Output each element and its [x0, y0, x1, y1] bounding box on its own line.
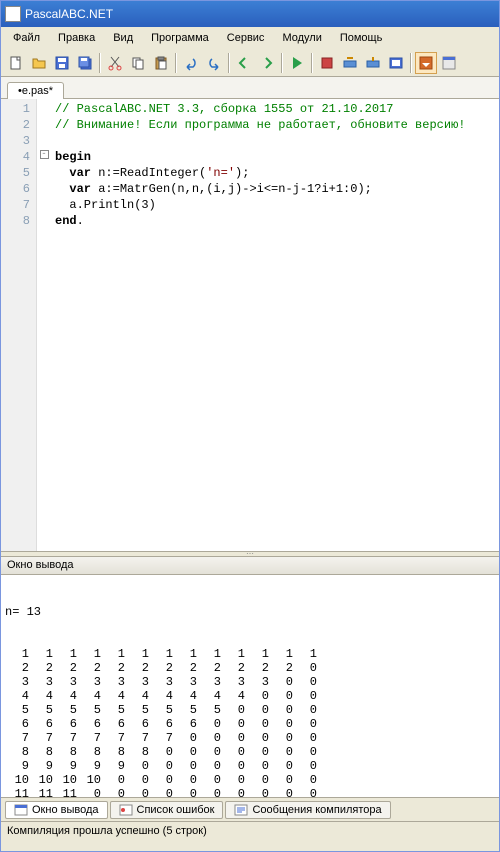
new-file-button[interactable]: [5, 52, 27, 74]
line-gutter: 12345678: [1, 99, 37, 551]
file-tab[interactable]: •e.pas*: [7, 82, 64, 99]
fold-toggle-icon[interactable]: -: [40, 150, 49, 159]
code-string: 'n=': [206, 166, 235, 180]
messages-icon: [234, 804, 248, 816]
tab-messages[interactable]: Сообщения компилятора: [225, 801, 390, 819]
code-keyword: var: [69, 166, 91, 180]
form-designer-button[interactable]: [438, 52, 460, 74]
output-prompt: n= 13: [5, 605, 495, 619]
tab-errors[interactable]: Список ошибок: [110, 801, 224, 819]
step-into-button[interactable]: [362, 52, 384, 74]
bottom-tabs: Окно вывода Список ошибок Сообщения комп…: [1, 797, 499, 821]
toolbar-separator: [99, 53, 101, 73]
copy-button[interactable]: [127, 52, 149, 74]
undo-button[interactable]: [180, 52, 202, 74]
code-comment: // PascalABC.NET 3.3, сборка 1555 от 21.…: [55, 102, 393, 116]
tab-output[interactable]: Окно вывода: [5, 801, 108, 819]
output-panel[interactable]: n= 13 1111111111111222222222222033333333…: [1, 575, 499, 797]
nav-back-button[interactable]: [233, 52, 255, 74]
statusbar: Компиляция прошла успешно (5 строк): [1, 821, 499, 841]
toolbar: [1, 49, 499, 77]
menubar: Файл Правка Вид Программа Сервис Модули …: [1, 27, 499, 49]
stop-button[interactable]: [316, 52, 338, 74]
cut-button[interactable]: [104, 52, 126, 74]
output-header: Окно вывода: [1, 557, 499, 575]
toolbar-separator: [410, 53, 412, 73]
code-keyword: var: [69, 182, 91, 196]
code-comment: // Внимание! Если программа не работает,…: [55, 118, 465, 132]
menu-file[interactable]: Файл: [5, 30, 48, 46]
window-title: PascalABC.NET: [25, 7, 113, 21]
save-all-button[interactable]: [74, 52, 96, 74]
menu-program[interactable]: Программа: [143, 30, 217, 46]
run-button[interactable]: [286, 52, 308, 74]
compile-button[interactable]: [385, 52, 407, 74]
code-keyword: begin: [55, 150, 91, 164]
output-window-button[interactable]: [415, 52, 437, 74]
nav-forward-button[interactable]: [256, 52, 278, 74]
toolbar-separator: [175, 53, 177, 73]
redo-button[interactable]: [203, 52, 225, 74]
errors-icon: [119, 804, 133, 816]
tab-strip: •e.pas*: [1, 77, 499, 99]
code-editor[interactable]: 12345678 - // PascalABC.NET 3.3, сборка …: [1, 99, 499, 551]
menu-service[interactable]: Сервис: [219, 30, 273, 46]
titlebar: PascalABC.NET: [1, 1, 499, 27]
menu-modules[interactable]: Модули: [274, 30, 329, 46]
step-over-button[interactable]: [339, 52, 361, 74]
open-file-button[interactable]: [28, 52, 50, 74]
code-keyword: end: [55, 214, 77, 228]
paste-button[interactable]: [150, 52, 172, 74]
fold-column: -: [37, 99, 51, 551]
app-icon: [5, 6, 21, 22]
code-area[interactable]: // PascalABC.NET 3.3, сборка 1555 от 21.…: [51, 99, 499, 551]
save-button[interactable]: [51, 52, 73, 74]
menu-view[interactable]: Вид: [105, 30, 141, 46]
toolbar-separator: [311, 53, 313, 73]
output-matrix: 1111111111111222222222222033333333333004…: [5, 647, 495, 797]
menu-help[interactable]: Помощь: [332, 30, 391, 46]
toolbar-separator: [281, 53, 283, 73]
menu-edit[interactable]: Правка: [50, 30, 103, 46]
output-icon: [14, 804, 28, 816]
toolbar-separator: [228, 53, 230, 73]
